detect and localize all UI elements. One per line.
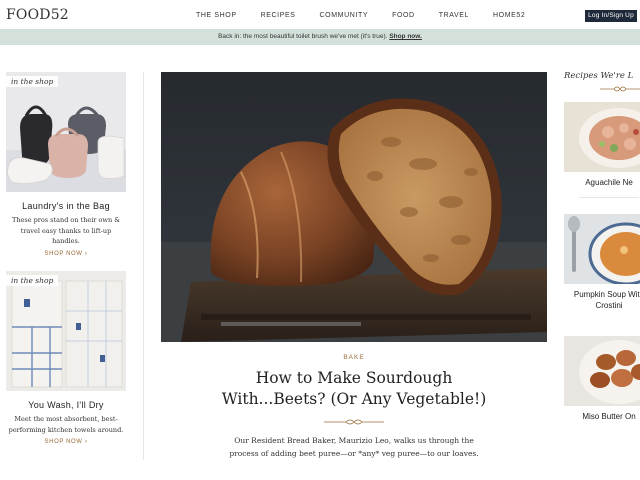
announcement-banner: Back in: the most beautiful toilet brush…	[0, 29, 640, 45]
ornament-divider-icon	[600, 86, 640, 92]
card-title[interactable]: You Wash, I'll Dry	[6, 400, 126, 410]
miso-butter-image[interactable]	[564, 336, 640, 406]
nav-travel[interactable]: TRAVEL	[439, 12, 469, 19]
article-description-line: process of adding beet puree—or *any* ve…	[229, 449, 479, 458]
recipe-card-pumpkin-soup[interactable]: Pumpkin Soup With Crostini	[564, 214, 640, 311]
recipe-title[interactable]: Miso Butter On	[564, 412, 640, 423]
recipe-title[interactable]: Pumpkin Soup With Crostini	[564, 290, 640, 311]
nav-food[interactable]: FOOD	[392, 12, 415, 19]
article-title-line[interactable]: With...Beets? (Or Any Vegetable!)	[161, 389, 547, 410]
article-title-line[interactable]: How to Make Sourdough	[161, 368, 547, 389]
article-description-line: Our Resident Bread Baker, Maurizio Leo, …	[234, 436, 474, 445]
card-description: These pros stand on their own & travel e…	[11, 216, 120, 245]
ornament-divider-icon	[324, 419, 384, 425]
shop-card-towels[interactable]: in the shop You Wash, I'll Dry Meet the …	[6, 271, 126, 445]
main-nav: THE SHOP RECIPES COMMUNITY FOOD TRAVEL H…	[196, 12, 549, 19]
card-description: Meet the most absorbent, best-performing…	[8, 415, 124, 434]
recipe-title[interactable]: Aguachile Ne	[564, 178, 640, 189]
pumpkin-soup-image[interactable]	[564, 214, 640, 284]
article-category[interactable]: BAKE	[161, 354, 547, 361]
recipe-divider	[579, 196, 639, 198]
top-navigation: FOOD52 THE SHOP RECIPES COMMUNITY FOOD T…	[0, 0, 640, 29]
hero-sourdough-image[interactable]	[161, 72, 547, 342]
nav-the-shop[interactable]: THE SHOP	[196, 12, 237, 19]
shop-card-laundry[interactable]: in the shop Laundry's in the Bag These p…	[6, 72, 126, 257]
recipe-title-line[interactable]: Pumpkin Soup With	[564, 290, 640, 301]
recipe-card-miso-butter[interactable]: Miso Butter On	[564, 336, 640, 423]
login-signup-button[interactable]: Log In/Sign Up	[585, 10, 637, 22]
article-description: Our Resident Bread Baker, Maurizio Leo, …	[220, 434, 488, 460]
laundry-bags-image[interactable]: in the shop	[6, 72, 126, 192]
nav-recipes[interactable]: RECIPES	[261, 12, 296, 19]
in-the-shop-tag: in the shop	[6, 76, 59, 87]
shop-now-link[interactable]: SHOP NOW ›	[6, 439, 126, 445]
nav-community[interactable]: COMMUNITY	[320, 12, 369, 19]
aguachile-image[interactable]	[564, 102, 640, 172]
kitchen-towels-image[interactable]: in the shop	[6, 271, 126, 391]
banner-text: Back in: the most beautiful toilet brush…	[218, 33, 390, 40]
recipe-title-line[interactable]: Crostini	[564, 301, 640, 312]
recipes-section-heading: Recipes We're L	[564, 71, 634, 81]
nav-home52[interactable]: HOME52	[493, 12, 525, 19]
in-the-shop-tag: in the shop	[6, 275, 59, 286]
banner-shop-link[interactable]: Shop now.	[389, 33, 422, 40]
shop-now-link[interactable]: SHOP NOW ›	[6, 251, 126, 257]
article-title[interactable]: How to Make Sourdough With...Beets? (Or …	[161, 368, 547, 410]
card-title[interactable]: Laundry's in the Bag	[6, 201, 126, 211]
column-divider	[143, 72, 144, 460]
recipe-card-aguachile[interactable]: Aguachile Ne	[564, 102, 640, 198]
site-logo[interactable]: FOOD52	[6, 7, 69, 23]
